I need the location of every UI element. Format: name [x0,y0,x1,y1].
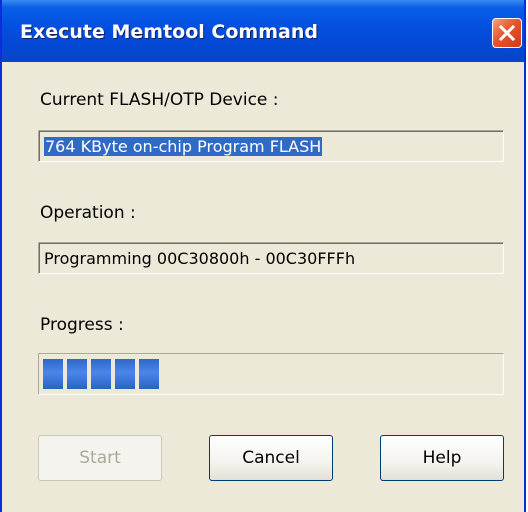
window-title: Execute Memtool Command [20,21,318,43]
progress-block [115,359,135,389]
close-icon [499,25,515,41]
progress-block [139,359,159,389]
operation-label: Operation : [40,203,136,223]
progress-block [43,359,63,389]
help-button[interactable]: Help [380,435,504,481]
progress-block [67,359,87,389]
progress-block [91,359,111,389]
operation-value: Programming 00C30800h - 00C30FFFh [44,249,356,268]
progress-label: Progress : [40,315,124,335]
title-bar[interactable]: Execute Memtool Command [2,0,524,62]
progress-bar [38,353,504,395]
device-field[interactable]: 764 KByte on-chip Program FLASH [38,130,504,162]
device-label: Current FLASH/OTP Device : [40,90,279,110]
cancel-button[interactable]: Cancel [209,435,333,481]
close-button[interactable] [492,18,522,48]
memtool-dialog: Execute Memtool Command Current FLASH/OT… [0,0,526,512]
operation-field: Programming 00C30800h - 00C30FFFh [38,242,504,274]
start-button[interactable]: Start [38,435,162,481]
device-value: 764 KByte on-chip Program FLASH [44,137,323,156]
